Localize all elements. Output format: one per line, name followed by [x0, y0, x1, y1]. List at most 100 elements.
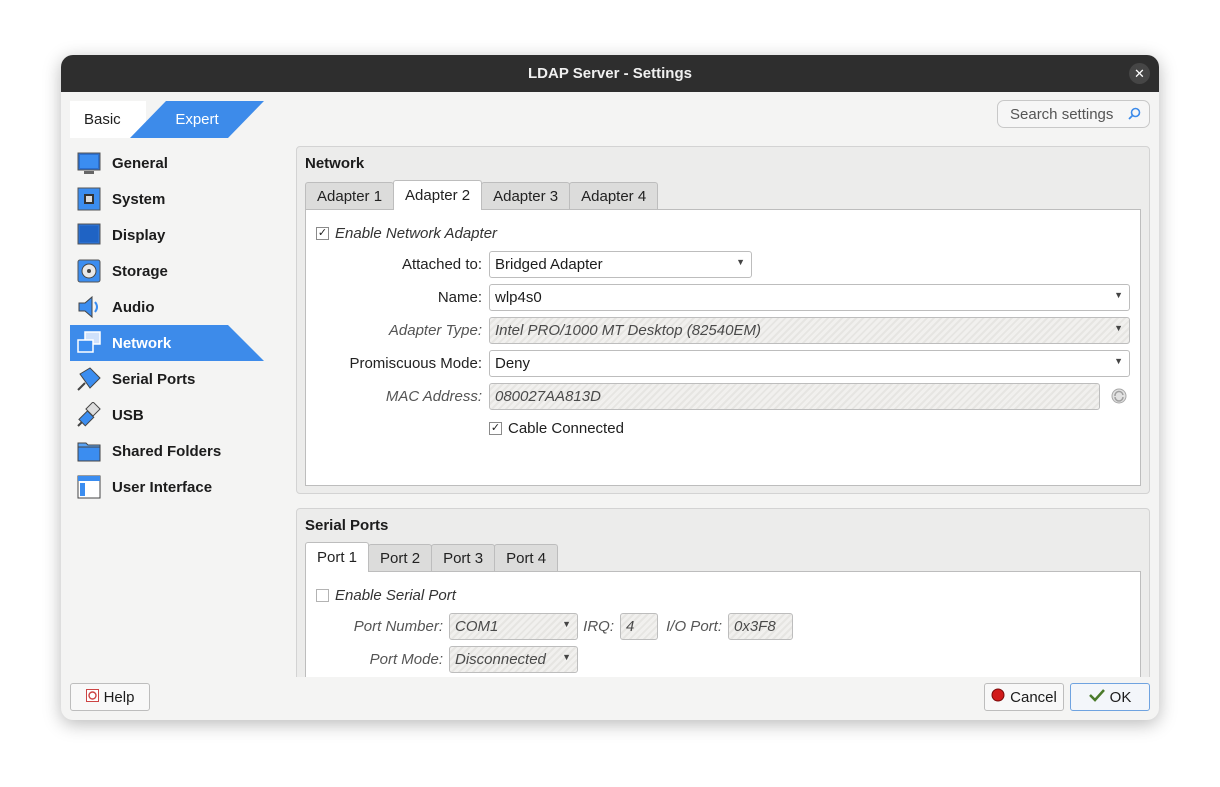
- chevron-down-icon: ▼: [736, 257, 745, 267]
- port-mode-label: Port Mode:: [369, 651, 443, 668]
- adapter-type-value: Intel PRO/1000 MT Desktop (82540EM): [495, 322, 761, 339]
- enable-network-adapter-label: Enable Network Adapter: [335, 225, 498, 242]
- promiscuous-mode-select[interactable]: Deny ▼: [489, 350, 1130, 377]
- name-value: wlp4s0: [495, 289, 542, 306]
- audio-icon: [76, 294, 102, 320]
- sidebar-item-label: Serial Ports: [112, 370, 196, 388]
- port-number-value: COM1: [455, 618, 499, 635]
- adapter-type-select: Intel PRO/1000 MT Desktop (82540EM) ▼: [489, 317, 1130, 344]
- checkmark-icon: [1088, 688, 1105, 706]
- adapter-type-label: Adapter Type:: [388, 322, 482, 339]
- attached-to-label: Attached to:: [401, 256, 482, 273]
- attached-to-select[interactable]: Bridged Adapter ▼: [489, 251, 752, 278]
- io-port-value: 0x3F8: [734, 618, 776, 635]
- enable-serial-port-checkbox[interactable]: Enable Serial Port: [316, 587, 456, 604]
- settings-dialog: LDAP Server - Settings ✕ Basic Expert Se…: [61, 55, 1159, 720]
- chevron-down-icon: ▼: [1114, 323, 1123, 333]
- tab-adapter-3[interactable]: Adapter 3: [481, 182, 571, 210]
- port-number-label: Port Number:: [353, 618, 443, 635]
- sidebar-item-label: System: [112, 190, 166, 208]
- cancel-icon: [991, 688, 1005, 706]
- sidebar-item-label: User Interface: [112, 478, 213, 496]
- io-port-field: 0x3F8: [728, 613, 793, 640]
- port-mode-value: Disconnected: [455, 651, 546, 668]
- sidebar-item-label: USB: [112, 406, 144, 424]
- network-adapter-tabs: Adapter 1 Adapter 2 Adapter 3 Adapter 4: [305, 180, 659, 210]
- network-group-title: Network: [305, 155, 365, 172]
- irq-value: 4: [626, 618, 635, 635]
- help-button[interactable]: Help: [70, 683, 150, 711]
- sidebar-item-label: Shared Folders: [112, 442, 222, 460]
- sidebar-item-shared-folders[interactable]: Shared Folders: [70, 433, 264, 469]
- dialog-body: Basic Expert Search settings General Sys…: [61, 55, 1159, 677]
- tab-port-1[interactable]: Port 1: [305, 542, 370, 572]
- chevron-down-icon: ▼: [1114, 290, 1123, 300]
- io-port-label: I/O Port:: [666, 618, 722, 635]
- tab-adapter-1[interactable]: Adapter 1: [305, 182, 395, 210]
- tab-adapter-2[interactable]: Adapter 2: [393, 180, 483, 210]
- chevron-down-icon: ▼: [562, 619, 571, 629]
- sidebar-item-display[interactable]: Display: [70, 217, 264, 253]
- basic-mode-button[interactable]: Basic: [70, 101, 146, 138]
- serial-port-panel: Enable Serial Port Port Number: COM1 ▼ I…: [305, 571, 1141, 677]
- storage-icon: [76, 258, 102, 284]
- sidebar-item-serial-ports[interactable]: Serial Ports: [70, 361, 264, 397]
- serial-ports-group-title: Serial Ports: [305, 517, 389, 534]
- tab-port-4[interactable]: Port 4: [494, 544, 559, 572]
- enable-serial-port-label: Enable Serial Port: [335, 587, 456, 604]
- checkbox-checked-icon: ✓: [489, 422, 502, 435]
- name-label: Name:: [437, 289, 482, 306]
- name-select[interactable]: wlp4s0 ▼: [489, 284, 1130, 311]
- tab-adapter-4[interactable]: Adapter 4: [569, 182, 659, 210]
- serial-ports-icon: [76, 366, 102, 392]
- port-mode-select: Disconnected ▼: [449, 646, 578, 673]
- search-input[interactable]: Search settings: [997, 100, 1150, 128]
- settings-sidebar: General System Display Storage Audio Net…: [70, 145, 264, 505]
- cancel-label: Cancel: [1010, 688, 1057, 706]
- help-label: Help: [103, 688, 135, 706]
- ok-button[interactable]: OK: [1070, 683, 1150, 711]
- user-interface-icon: [76, 474, 102, 500]
- expert-mode-button[interactable]: Expert: [130, 101, 264, 138]
- tab-port-2[interactable]: Port 2: [368, 544, 433, 572]
- refresh-mac-icon: [1110, 387, 1128, 405]
- help-icon: [85, 688, 99, 706]
- irq-field: 4: [620, 613, 658, 640]
- cancel-button[interactable]: Cancel: [984, 683, 1064, 711]
- promiscuous-mode-value: Deny: [495, 355, 531, 372]
- checkbox-unchecked-icon: [316, 589, 329, 602]
- cable-connected-label: Cable Connected: [508, 420, 624, 437]
- mac-address-value: 080027AA813D: [495, 388, 601, 405]
- sidebar-item-label: Display: [112, 226, 166, 244]
- general-icon: [76, 150, 102, 176]
- search-placeholder: Search settings: [1010, 105, 1114, 123]
- network-group: Network Adapter 1 Adapter 2 Adapter 3 Ad…: [296, 146, 1150, 494]
- sidebar-item-usb[interactable]: USB: [70, 397, 264, 433]
- enable-network-adapter-checkbox[interactable]: ✓ Enable Network Adapter: [316, 225, 497, 242]
- sidebar-item-label: Storage: [112, 262, 168, 280]
- sidebar-item-general[interactable]: General: [70, 145, 264, 181]
- checkbox-checked-icon: ✓: [316, 227, 329, 240]
- chevron-down-icon: ▼: [562, 652, 571, 662]
- sidebar-item-label: Network: [112, 334, 172, 352]
- display-icon: [76, 222, 102, 248]
- sidebar-item-storage[interactable]: Storage: [70, 253, 264, 289]
- sidebar-item-system[interactable]: System: [70, 181, 264, 217]
- mac-address-field: 080027AA813D: [489, 383, 1100, 410]
- shared-folders-icon: [76, 438, 102, 464]
- tab-port-3[interactable]: Port 3: [431, 544, 496, 572]
- ok-label: OK: [1109, 688, 1132, 706]
- irq-label: IRQ:: [583, 618, 614, 635]
- sidebar-item-label: Audio: [112, 298, 155, 316]
- mode-switch: Basic Expert: [70, 101, 264, 138]
- sidebar-item-network[interactable]: Network: [70, 325, 264, 361]
- attached-to-value: Bridged Adapter: [495, 256, 603, 273]
- system-icon: [76, 186, 102, 212]
- cable-connected-checkbox[interactable]: ✓ Cable Connected: [489, 420, 624, 437]
- mac-address-label: MAC Address:: [385, 388, 482, 405]
- usb-icon: [76, 401, 102, 428]
- sidebar-item-audio[interactable]: Audio: [70, 289, 264, 325]
- serial-port-tabs: Port 1 Port 2 Port 3 Port 4: [305, 542, 559, 572]
- promiscuous-mode-label: Promiscuous Mode:: [349, 355, 482, 372]
- sidebar-item-user-interface[interactable]: User Interface: [70, 469, 264, 505]
